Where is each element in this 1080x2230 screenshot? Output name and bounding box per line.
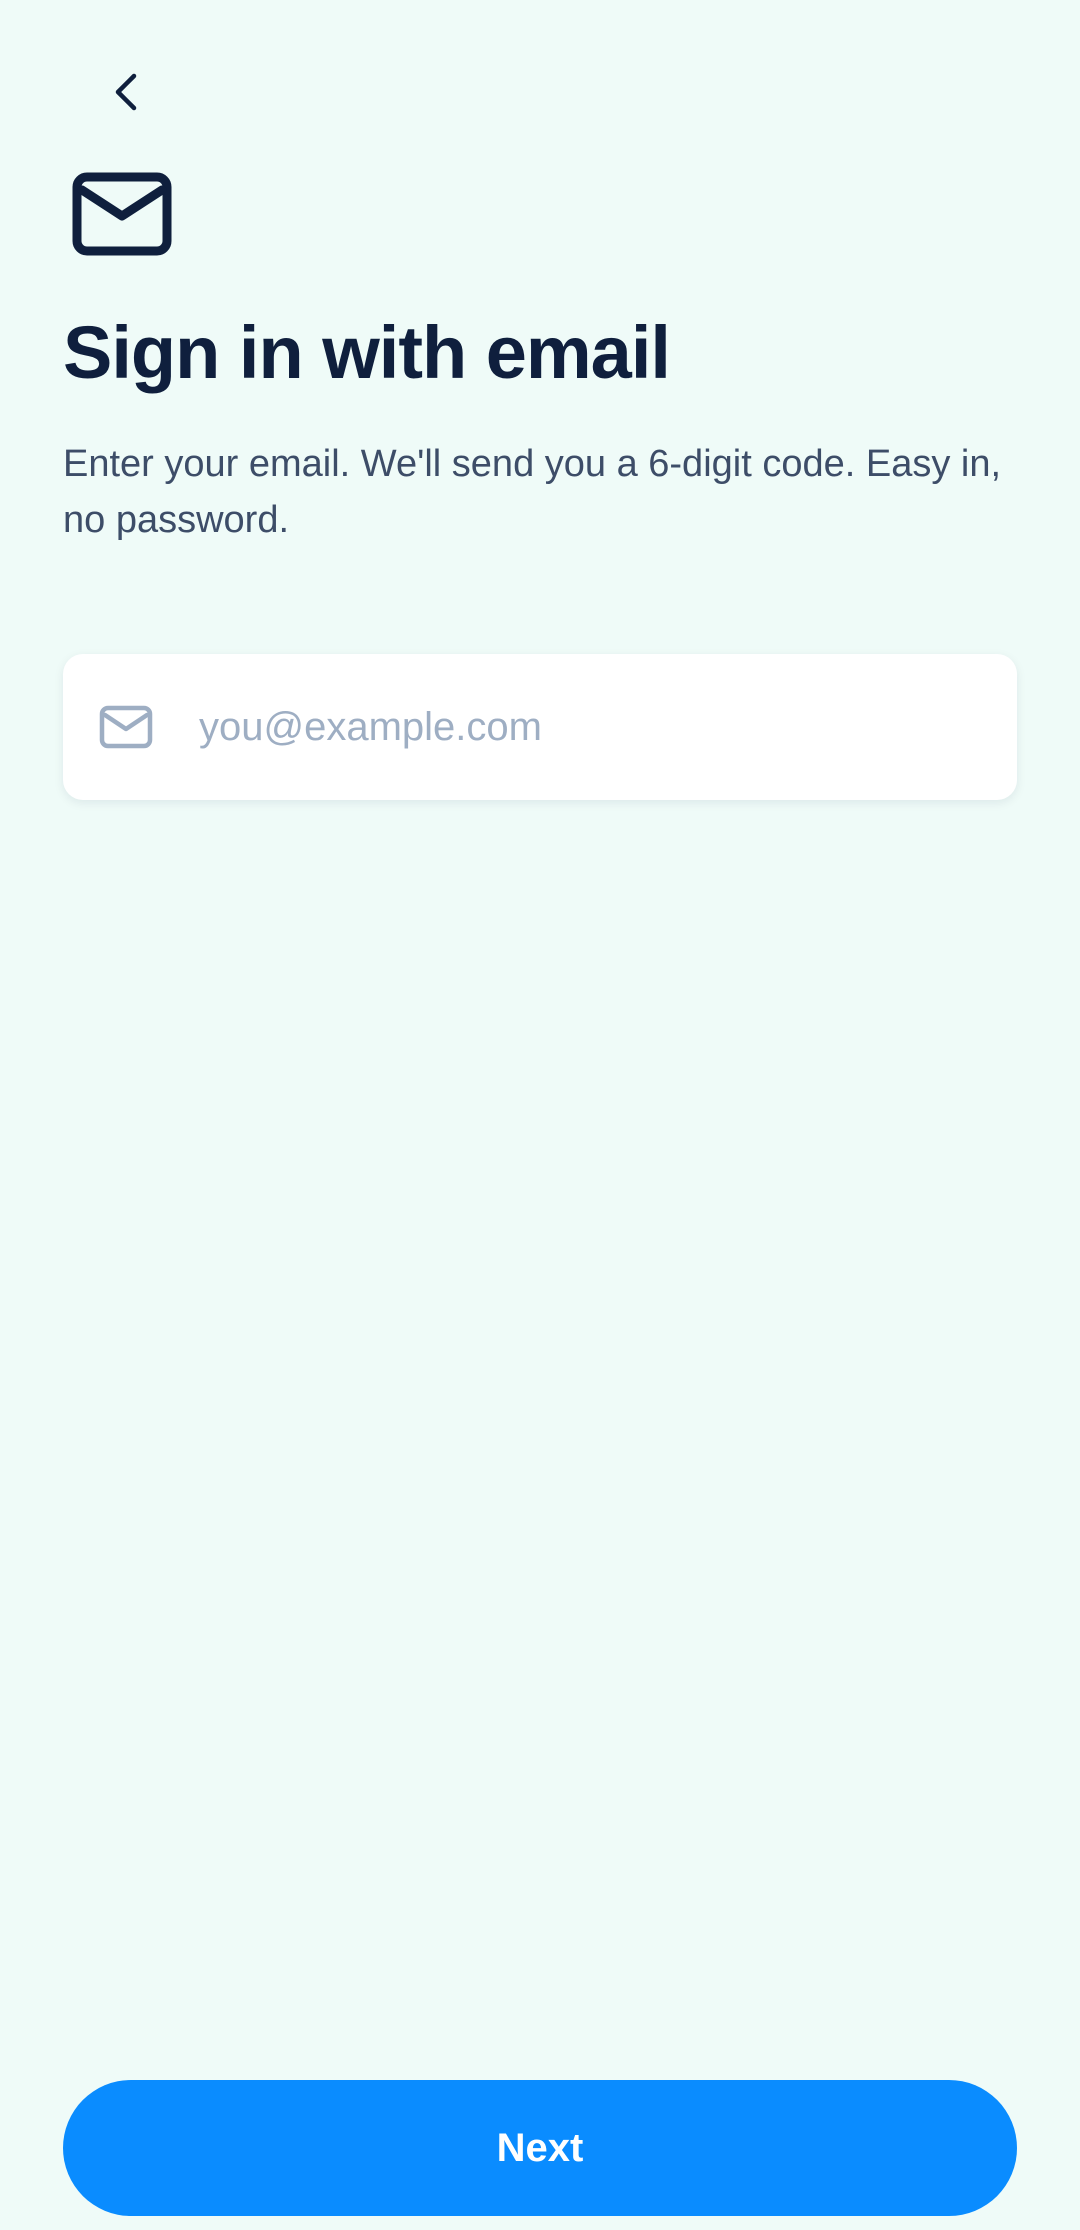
- chevron-left-icon: [115, 73, 137, 111]
- page-title: Sign in with email: [63, 311, 671, 394]
- page-subtitle: Enter your email. We'll send you a 6-dig…: [63, 443, 1002, 541]
- mail-icon: [99, 705, 153, 749]
- mail-icon: [72, 172, 172, 256]
- email-field[interactable]: [63, 654, 1017, 800]
- back-button[interactable]: [90, 62, 162, 122]
- email-input[interactable]: [199, 654, 987, 800]
- next-button[interactable]: Next: [63, 2080, 1017, 2216]
